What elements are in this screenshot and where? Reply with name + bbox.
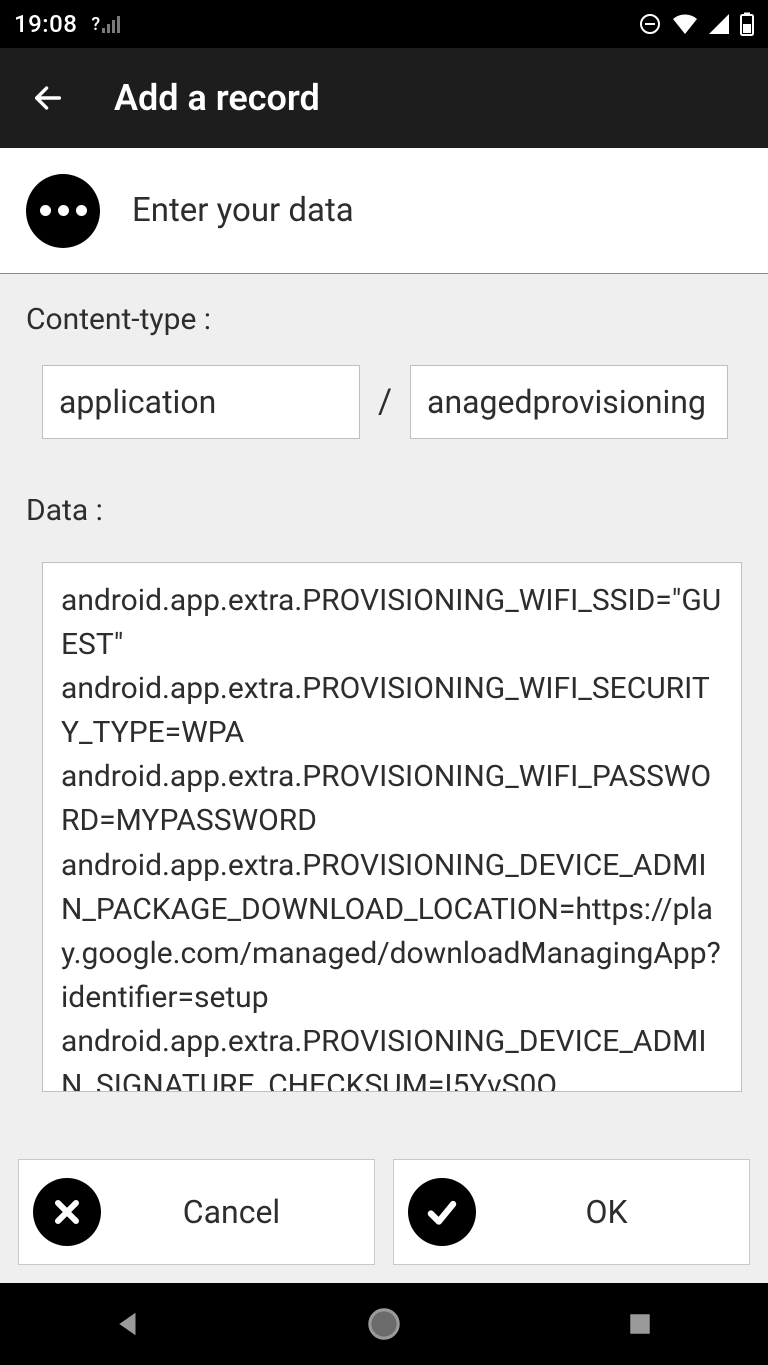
battery-icon bbox=[740, 12, 754, 36]
content-area: Enter your data Content-type : / Data : … bbox=[0, 148, 768, 1283]
form: Content-type : / Data : bbox=[0, 274, 768, 1143]
data-label: Data : bbox=[26, 493, 742, 528]
content-type-sub-input[interactable] bbox=[410, 365, 728, 439]
nav-home-button[interactable] bbox=[324, 1294, 444, 1354]
nav-back-button[interactable] bbox=[68, 1294, 188, 1354]
ok-button-label: OK bbox=[504, 1193, 749, 1231]
more-dots-icon bbox=[26, 174, 100, 248]
subheader: Enter your data bbox=[0, 148, 768, 274]
close-icon bbox=[33, 1178, 101, 1246]
content-type-row: / bbox=[26, 365, 742, 439]
no-signal-icon: ? bbox=[91, 14, 120, 35]
circle-home-icon bbox=[367, 1307, 401, 1341]
check-icon bbox=[408, 1178, 476, 1246]
statusbar-time: 19:08 bbox=[14, 10, 77, 38]
android-navbar bbox=[0, 1283, 768, 1365]
dnd-icon bbox=[638, 12, 662, 36]
button-row: Cancel OK bbox=[0, 1143, 768, 1283]
triangle-back-icon bbox=[113, 1309, 143, 1339]
square-recents-icon bbox=[627, 1311, 653, 1337]
ok-button[interactable]: OK bbox=[393, 1159, 750, 1265]
wifi-icon bbox=[672, 13, 698, 35]
subheader-title: Enter your data bbox=[132, 191, 354, 230]
content-type-slash: / bbox=[378, 382, 392, 422]
cancel-button-label: Cancel bbox=[129, 1193, 374, 1231]
nav-recents-button[interactable] bbox=[580, 1294, 700, 1354]
page-title: Add a record bbox=[114, 77, 320, 119]
cancel-button[interactable]: Cancel bbox=[18, 1159, 375, 1265]
content-type-main-input[interactable] bbox=[42, 365, 360, 439]
appbar: Add a record bbox=[0, 48, 768, 148]
content-type-label: Content-type : bbox=[26, 302, 742, 337]
back-button[interactable] bbox=[28, 78, 68, 118]
android-statusbar: 19:08 ? bbox=[0, 0, 768, 48]
data-textarea[interactable] bbox=[42, 562, 742, 1092]
cell-signal-icon bbox=[708, 13, 730, 35]
arrow-left-icon bbox=[31, 81, 65, 115]
